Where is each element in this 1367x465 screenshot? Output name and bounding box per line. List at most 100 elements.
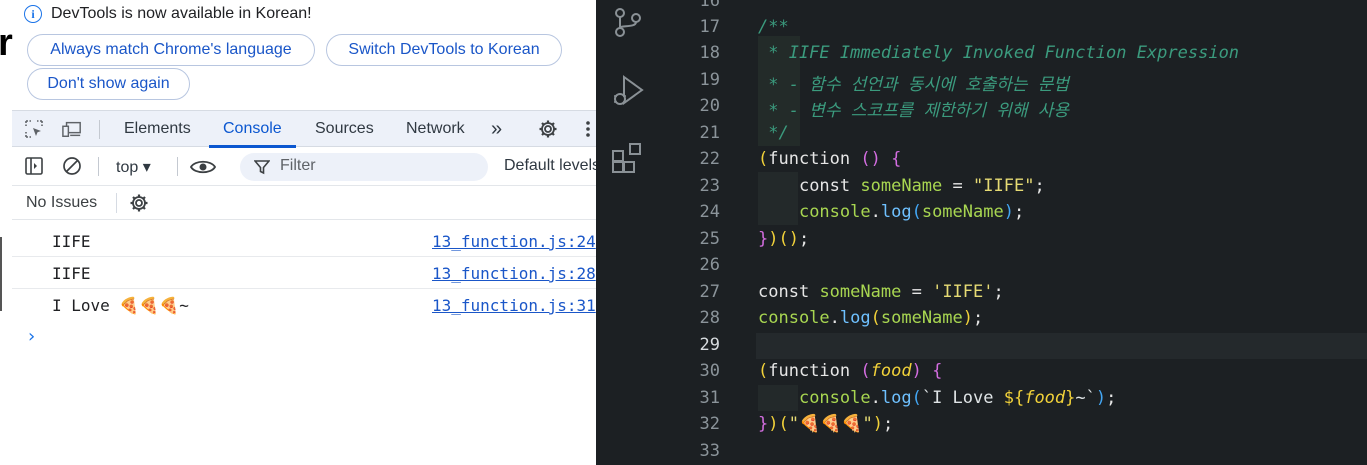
inspect-element-icon[interactable] (24, 119, 44, 139)
extensions-icon[interactable] (610, 140, 646, 176)
code-line-18[interactable]: * IIFE Immediately Invoked Function Expr… (758, 43, 1239, 63)
console-filterbar: top ▾ Filter Default levels (12, 148, 596, 186)
clear-console-icon[interactable] (62, 156, 82, 176)
live-expression-eye-icon[interactable] (190, 157, 216, 177)
line-number: 27 (699, 282, 720, 302)
log-levels-dropdown[interactable]: Default levels (504, 157, 596, 175)
device-toolbar-icon[interactable] (62, 119, 82, 139)
keyword: function (768, 361, 851, 381)
tab-console[interactable]: Console (209, 111, 296, 148)
code-line-20[interactable]: * - 변수 스코프를 제한하기 위해 사용 (758, 96, 1069, 121)
info-message: DevTools is now available in Korean! (51, 5, 312, 22)
code-line-30[interactable]: (function (food) { (758, 361, 942, 381)
page-edge-stroke (0, 237, 2, 311)
keyword: const (798, 176, 851, 196)
line-number: 24 (699, 202, 720, 222)
log-source-link[interactable]: 13_function.js:31 (432, 296, 596, 315)
tabbar-separator (99, 120, 100, 139)
code-line-17[interactable]: /** (758, 17, 789, 37)
issues-separator (116, 193, 117, 213)
issues-count-button[interactable]: No Issues (26, 194, 97, 212)
parameter: food (1024, 388, 1066, 408)
filterbar-separator (98, 157, 99, 176)
code-line-28[interactable]: console.log(someName); (758, 308, 983, 328)
log-message: IIFE (52, 264, 91, 283)
tab-sources[interactable]: Sources (315, 111, 374, 147)
language-infobar: i DevTools is now available in Korean! (24, 3, 312, 25)
code-line-22[interactable]: (function () { (758, 149, 901, 169)
line-number: 25 (699, 229, 720, 249)
template-string: ~` (1075, 388, 1096, 408)
more-tabs-button[interactable]: » (491, 111, 502, 147)
code-line-24[interactable]: console.log(someName); (758, 202, 1024, 222)
parameter: food (870, 361, 912, 381)
code-line-21[interactable]: */ (758, 123, 789, 143)
current-line-highlight (756, 333, 1367, 359)
identifier: console (798, 388, 871, 408)
method: log (880, 388, 912, 408)
line-number: 33 (699, 441, 720, 461)
line-number: 23 (699, 176, 720, 196)
string: "🍕🍕🍕" (788, 414, 873, 434)
run-debug-icon[interactable] (610, 72, 646, 108)
string: 'IIFE' (932, 282, 994, 302)
log-source-link[interactable]: 13_function.js:24 (432, 232, 596, 251)
line-number: 17 (699, 17, 720, 37)
console-settings-gear-icon[interactable] (129, 193, 149, 213)
log-source-link[interactable]: 13_function.js:28 (432, 264, 596, 283)
line-number: 22 (699, 149, 720, 169)
console-log-row: I Love 🍕🍕🍕~ 13_function.js:31 (12, 290, 596, 321)
line-number-current: 29 (699, 335, 720, 355)
console-prompt[interactable]: › (28, 326, 35, 347)
devtools-tabbar: Elements Console Sources Network » (12, 110, 596, 148)
line-number: 21 (699, 123, 720, 143)
comment: * - 변수 스코프를 제한하기 위해 사용 (758, 101, 1070, 121)
context-selector[interactable]: top ▾ (116, 157, 151, 177)
keyword: function (768, 149, 851, 169)
identifier: someName (819, 282, 902, 302)
filterbar-separator (177, 157, 178, 176)
line-number: 26 (699, 255, 720, 275)
identifier: someName (921, 202, 1004, 222)
line-number: 16 (699, 0, 720, 11)
tab-network[interactable]: Network (406, 111, 465, 147)
template-string: `I Love (921, 388, 1004, 408)
code-line-23[interactable]: const someName = "IIFE"; (758, 176, 1045, 196)
page-fragment-text: r (0, 22, 13, 64)
comment: /** (758, 17, 789, 37)
keyword: const (758, 282, 810, 302)
filter-input[interactable]: Filter (240, 153, 488, 181)
more-options-icon[interactable] (578, 119, 596, 139)
identifier: someName (860, 176, 943, 196)
comment: * IIFE Immediately Invoked Function Expr… (758, 43, 1240, 63)
code-line-27[interactable]: const someName = 'IIFE'; (758, 282, 1004, 302)
match-language-button[interactable]: Always match Chrome's language (27, 34, 315, 66)
comment: */ (758, 123, 789, 143)
switch-korean-button[interactable]: Switch DevTools to Korean (326, 34, 562, 66)
console-log-row: IIFE 13_function.js:24 (12, 226, 596, 257)
line-number: 19 (699, 70, 720, 90)
sidebar-toggle-icon[interactable] (24, 156, 44, 176)
tab-elements[interactable]: Elements (124, 111, 191, 147)
log-message: IIFE (52, 232, 91, 251)
line-number: 20 (699, 96, 720, 116)
code-line-25[interactable]: })(); (758, 229, 809, 249)
method: log (839, 308, 871, 328)
method: log (880, 202, 912, 222)
code-line-31[interactable]: console.log(`I Love ${food}~`); (758, 388, 1116, 408)
identifier: console (798, 202, 871, 222)
line-number: 28 (699, 308, 720, 328)
line-number: 30 (699, 361, 720, 381)
identifier: console (758, 308, 830, 328)
line-number: 31 (699, 388, 720, 408)
settings-gear-icon[interactable] (538, 119, 558, 139)
log-message: I Love 🍕🍕🍕~ (52, 296, 189, 315)
filter-placeholder: Filter (280, 157, 316, 174)
info-icon: i (24, 5, 42, 23)
code-line-32[interactable]: })("🍕🍕🍕"); (758, 414, 893, 434)
activity-bar (596, 0, 658, 465)
source-control-icon[interactable] (610, 4, 646, 40)
code-line-19[interactable]: * - 함수 선언과 동시에 호출하는 문법 (758, 70, 1069, 95)
dont-show-again-button[interactable]: Don't show again (27, 68, 190, 100)
string: "IIFE" (973, 176, 1035, 196)
